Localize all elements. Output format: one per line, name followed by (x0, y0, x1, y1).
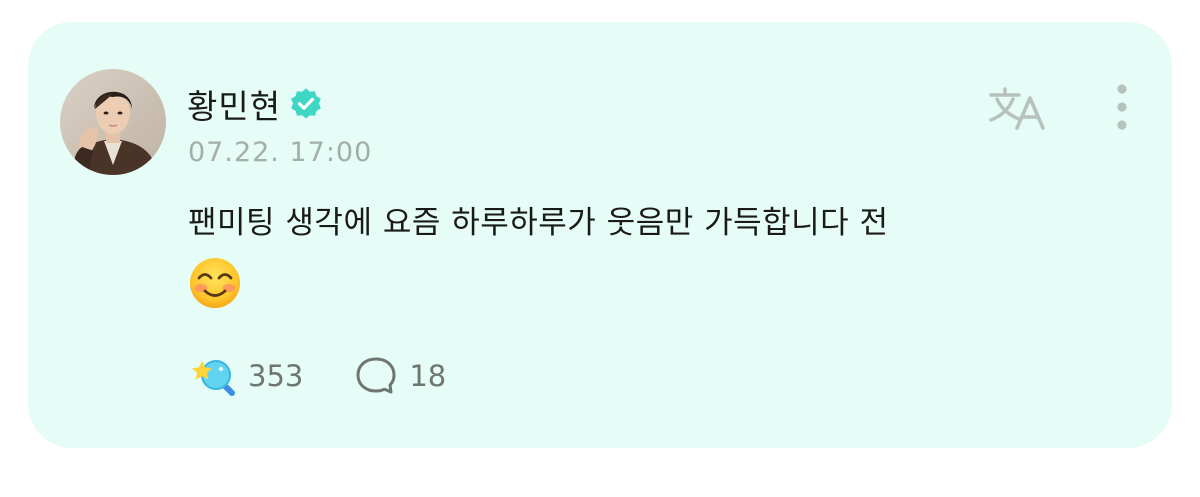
post-card: 황민현 07.22. 17:00 팬미팅 생각에 요즘 하루하루가 웃음만 가득… (28, 22, 1172, 448)
avatar[interactable] (60, 69, 166, 175)
post-timestamp: 07.22. 17:00 (188, 137, 373, 168)
post-actions: 353 18 (188, 355, 446, 397)
lightstick-like-icon (192, 360, 235, 396)
like-count: 353 (248, 359, 304, 393)
translate-icon (989, 87, 1045, 130)
smiling-face-emoji-icon (188, 256, 242, 310)
author-name[interactable]: 황민현 (187, 80, 281, 128)
verified-badge-icon (289, 87, 323, 121)
like-button[interactable]: 353 (188, 355, 303, 397)
more-options-button[interactable] (1104, 82, 1140, 132)
profile-photo (60, 69, 166, 175)
translate-button[interactable] (986, 82, 1050, 132)
post-body: 팬미팅 생각에 요즘 하루하루가 웃음만 가득합니다 전 (188, 194, 1148, 310)
comment-bubble-icon (356, 357, 396, 394)
comment-count: 18 (409, 359, 447, 393)
comment-button[interactable]: 18 (353, 355, 446, 397)
more-vertical-icon (1117, 84, 1127, 130)
post-text: 팬미팅 생각에 요즘 하루하루가 웃음만 가득합니다 전 (188, 205, 889, 241)
author-row: 황민현 (187, 80, 323, 128)
